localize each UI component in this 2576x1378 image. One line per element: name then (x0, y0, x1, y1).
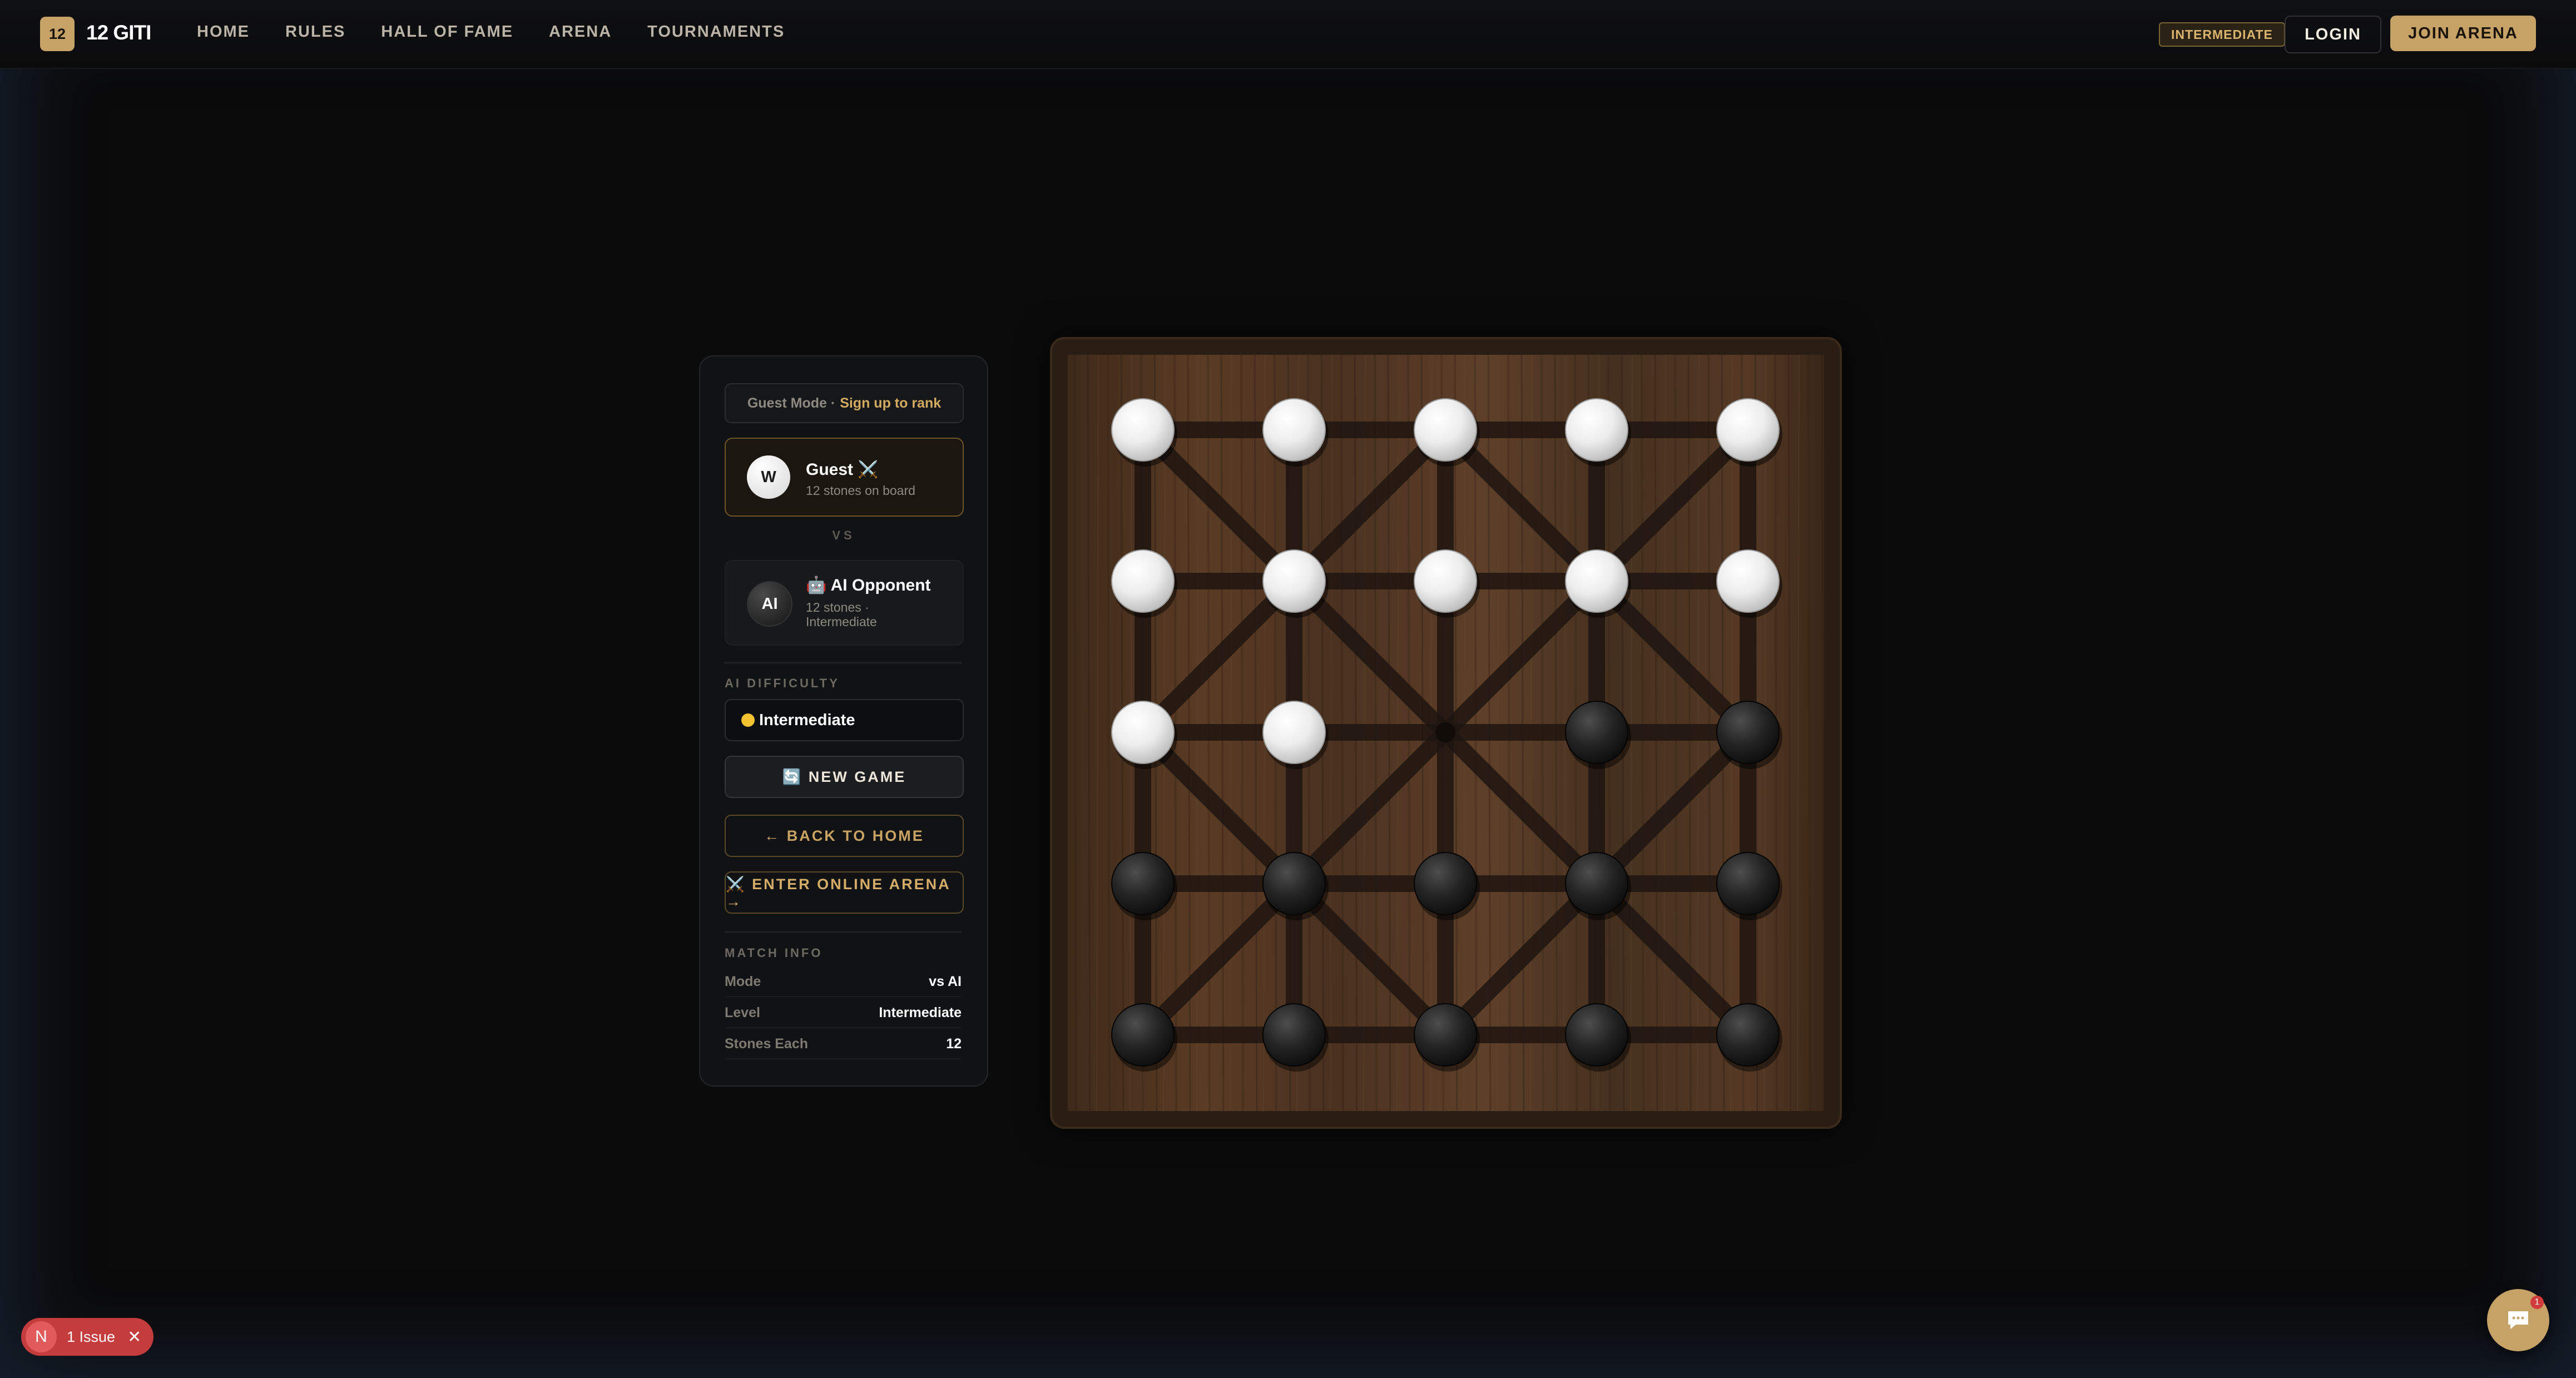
match-info-value: 12 (946, 1036, 962, 1052)
player-avatar: W (747, 455, 790, 499)
match-info-stones: Stones Each 12 (725, 1036, 962, 1052)
divider (725, 1027, 962, 1028)
game-side-panel: Guest Mode · Sign up to rank W Guest ⚔️ … (699, 355, 988, 1087)
issues-pill[interactable]: N 1 Issue ✕ (21, 1318, 153, 1356)
logo-badge[interactable]: 12 (40, 17, 75, 51)
enter-online-arena-button[interactable]: ⚔️ ENTER ONLINE ARENA → (725, 871, 964, 914)
player-card-ai: AI 🤖 AI Opponent 12 stones · Intermediat… (725, 560, 964, 646)
nav-rules[interactable]: RULES (285, 23, 345, 41)
chat-notification-badge: 1 (2530, 1296, 2544, 1309)
game-board[interactable] (1050, 337, 1842, 1129)
match-info-key: Level (725, 1005, 760, 1020)
nav-hall-of-fame[interactable]: HALL OF FAME (381, 23, 513, 41)
join-arena-button[interactable]: JOIN ARENA (2390, 16, 2536, 51)
nav-tournaments[interactable]: TOURNAMENTS (647, 23, 785, 41)
vs-divider: VS (832, 528, 855, 542)
difficulty-select-value: Intermediate (759, 711, 855, 729)
divider (725, 931, 962, 933)
difficulty-badge: INTERMEDIATE (2159, 22, 2285, 47)
ai-stone-count: 12 stones · (806, 600, 869, 614)
new-game-button[interactable]: 🔄 NEW GAME (725, 756, 964, 798)
match-info-key: Stones Each (725, 1036, 809, 1052)
back-to-home-button[interactable]: ← BACK TO HOME (725, 815, 964, 857)
match-info-level: Level Intermediate (725, 1005, 962, 1021)
match-info-label: MATCH INFO (725, 946, 823, 960)
board-lines (1135, 422, 1756, 1043)
ai-avatar: AI (747, 581, 792, 627)
main-nav: HOME RULES HALL OF FAME ARENA TOURNAMENT… (197, 23, 820, 41)
close-icon[interactable]: ✕ (127, 1327, 141, 1347)
player-stone-count: 12 stones on board (806, 483, 915, 498)
divider (725, 996, 962, 997)
logo-text[interactable]: 12 GITI (86, 21, 151, 44)
game-board-frame (1050, 337, 1842, 1129)
chat-bubble-icon (2508, 1311, 2528, 1329)
board-center-point (1435, 722, 1455, 742)
ai-difficulty-label: AI DIFFICULTY (725, 676, 840, 690)
guest-mode-banner: Guest Mode · Sign up to rank (725, 383, 964, 423)
match-info-mode: Mode vs AI (725, 974, 962, 990)
player-name: Guest ⚔️ (806, 460, 879, 479)
login-button[interactable]: LOGIN (2285, 16, 2381, 53)
issues-label: 1 Issue (67, 1328, 116, 1345)
divider (725, 662, 962, 663)
top-navbar: 12 12 GITI HOME RULES HALL OF FAME ARENA… (0, 0, 2576, 69)
difficulty-dot-icon (741, 713, 755, 727)
match-info-key: Mode (725, 974, 761, 989)
player-card-guest: W Guest ⚔️ 12 stones on board (725, 438, 964, 517)
difficulty-select[interactable]: Intermediate (725, 699, 964, 741)
sign-up-link[interactable]: Sign up to rank (840, 395, 941, 412)
match-info-value: Intermediate (879, 1005, 962, 1020)
divider (725, 1058, 962, 1059)
issues-badge: N (26, 1321, 57, 1352)
ai-level: Intermediate (806, 614, 877, 629)
ai-name: 🤖 AI Opponent (806, 576, 931, 594)
guest-mode-text: Guest Mode · (747, 395, 836, 411)
nav-home[interactable]: HOME (197, 23, 250, 41)
match-info-value: vs AI (929, 974, 962, 989)
chat-button[interactable]: 1 (2487, 1289, 2549, 1351)
nav-arena[interactable]: ARENA (549, 23, 612, 41)
